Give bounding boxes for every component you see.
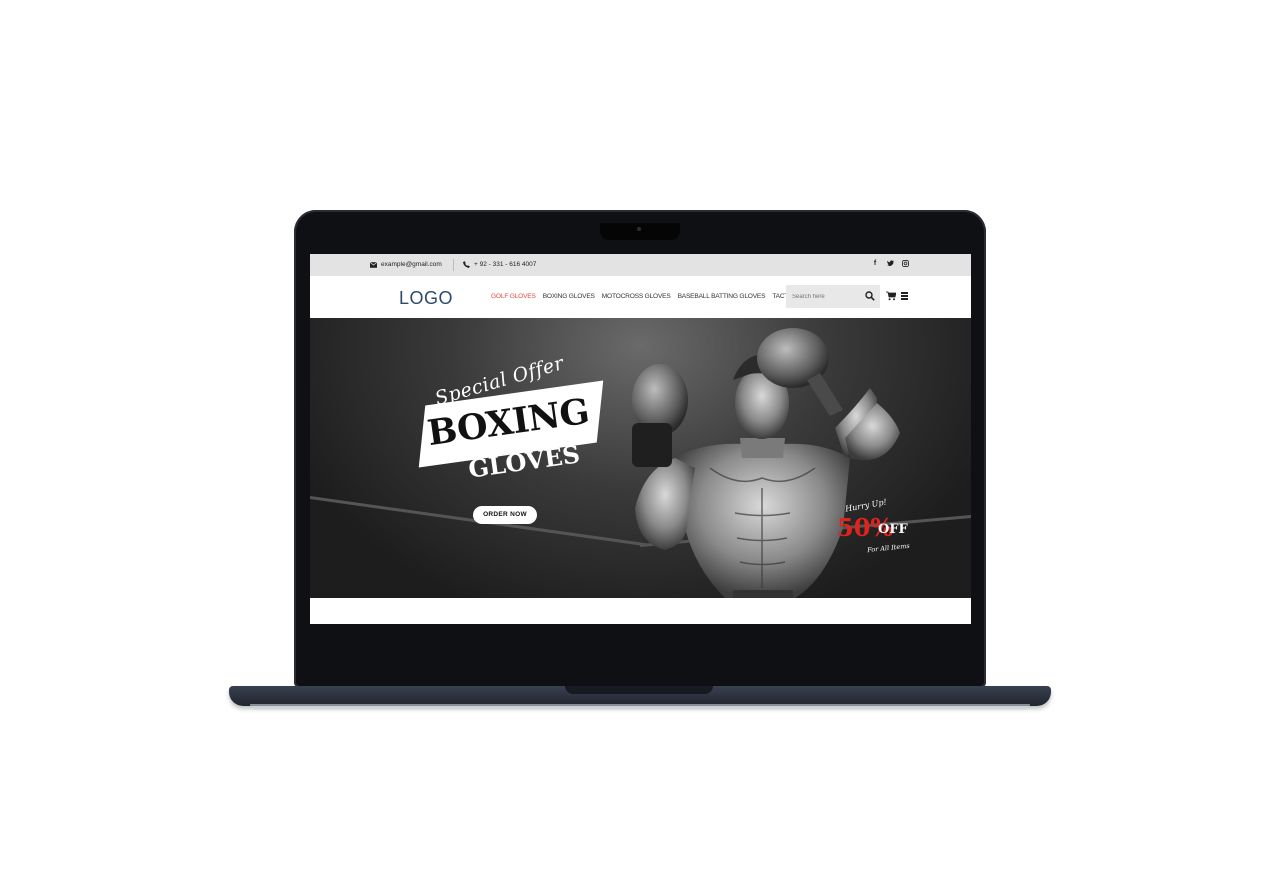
email-contact[interactable]: example@gmail.com: [370, 261, 442, 268]
hamburger-menu-icon[interactable]: [901, 292, 908, 300]
search-icon[interactable]: [865, 291, 875, 301]
divider: [453, 259, 454, 271]
camera-icon: [637, 227, 641, 231]
main-navbar: LOGO GOLF GLOVES BOXING GLOVES MOTOCROSS…: [310, 276, 971, 318]
phone-text: + 92 - 331 - 616 4007: [474, 261, 537, 268]
nav-item-golf-gloves[interactable]: GOLF GLOVES: [491, 293, 536, 300]
envelope-icon: [370, 261, 377, 268]
boxer-illustration: [632, 328, 900, 598]
social-links: f: [871, 260, 909, 269]
laptop-lid: example@gmail.com + 92 - 331 - 616 4007 …: [294, 210, 986, 688]
order-now-button[interactable]: ORDER NOW: [473, 506, 537, 524]
mockup-stage: example@gmail.com + 92 - 331 - 616 4007 …: [0, 0, 1280, 896]
nav-item-boxing-gloves[interactable]: BOXING GLOVES: [543, 293, 595, 300]
promo-off: OFF: [878, 522, 908, 537]
laptop-screen: example@gmail.com + 92 - 331 - 616 4007 …: [310, 254, 971, 624]
nav-item-motocross-gloves[interactable]: MOTOCROSS GLOVES: [602, 293, 671, 300]
twitter-icon[interactable]: [886, 260, 894, 269]
instagram-icon[interactable]: [901, 260, 909, 269]
facebook-icon[interactable]: f: [871, 260, 879, 269]
laptop-base: [229, 686, 1051, 706]
search-box: [786, 285, 880, 308]
phone-contact[interactable]: + 92 - 331 - 616 4007: [463, 261, 536, 268]
top-info-bar: example@gmail.com + 92 - 331 - 616 4007 …: [310, 254, 971, 276]
hero-banner: Special Offer BOXING GLOVES ORDER NOW Hu…: [310, 318, 971, 598]
search-input[interactable]: [792, 291, 862, 302]
trackpad-notch: [565, 686, 713, 694]
cart-icon[interactable]: [886, 291, 896, 301]
email-text: example@gmail.com: [381, 261, 442, 268]
camera-notch: [600, 223, 680, 240]
content-strip: [310, 598, 971, 624]
site-logo[interactable]: LOGO: [399, 288, 453, 309]
nav-item-baseball-batting-gloves[interactable]: BASEBALL BATTING GLOVES: [678, 293, 766, 300]
laptop-shadow: [250, 704, 1030, 710]
nav-menu: GOLF GLOVES BOXING GLOVES MOTOCROSS GLOV…: [491, 293, 830, 300]
phone-icon: [463, 261, 470, 268]
